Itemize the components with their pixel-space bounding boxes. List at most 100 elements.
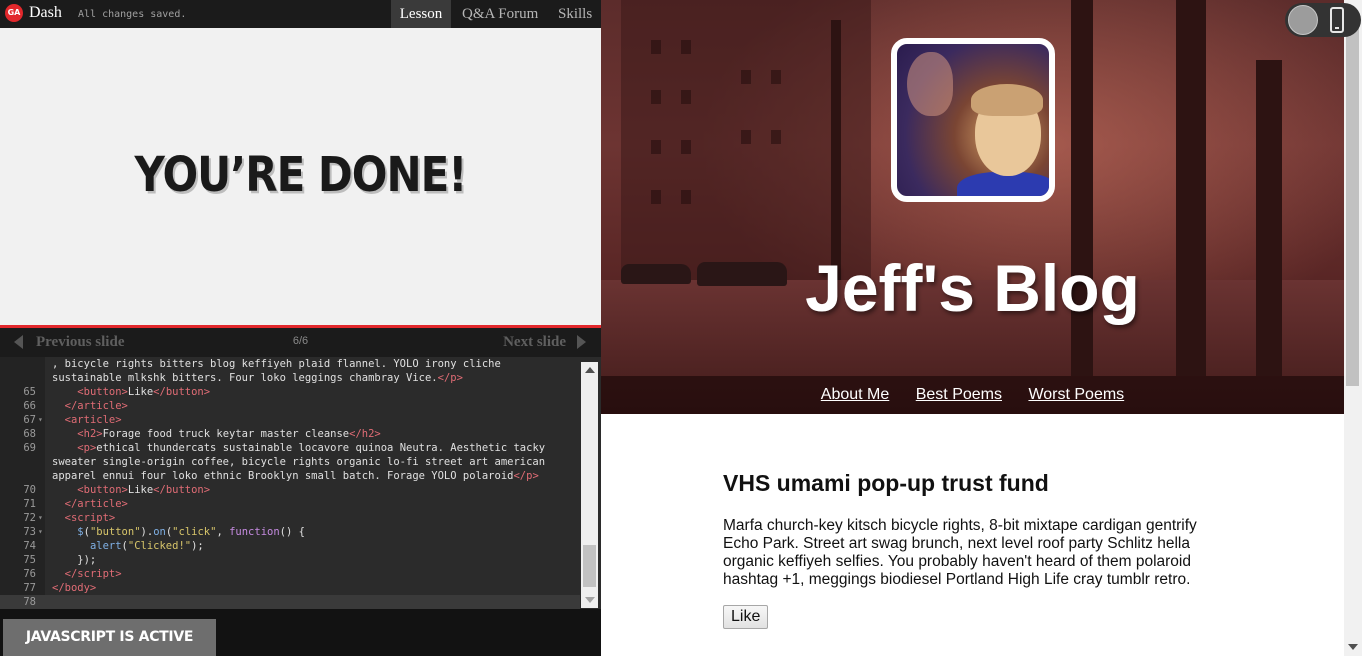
blog-header: Jeff's Blog: [601, 0, 1344, 414]
code-line[interactable]: 76 </script>: [0, 567, 580, 581]
line-number: 69: [23, 442, 36, 454]
code-text: </body>: [52, 582, 97, 594]
code-line[interactable]: 78: [0, 595, 580, 609]
nav-link-best-poems[interactable]: Best Poems: [916, 376, 1002, 414]
line-number: 65: [23, 386, 36, 398]
code-line[interactable]: sustainable mlkshk bitters. Four loko le…: [0, 371, 580, 385]
code-lines[interactable]: , bicycle rights bitters blog keffiyeh p…: [0, 357, 580, 609]
post-title: VHS umami pop-up trust fund: [723, 470, 1049, 496]
toggle-circle-icon[interactable]: [1288, 5, 1318, 35]
save-status: All changes saved.: [78, 9, 187, 20]
blog-title: Jeff's Blog: [805, 251, 1140, 325]
editor-panel: GA Dash All changes saved. Lesson Q&A Fo…: [0, 0, 601, 656]
building-window: [651, 140, 661, 154]
fold-arrow-icon[interactable]: ▾: [38, 525, 43, 539]
code-text: alert("Clicked!");: [89, 540, 204, 552]
line-number: 73: [23, 526, 36, 538]
building-window: [771, 70, 781, 84]
line-number: 68: [23, 428, 36, 440]
blog-post: VHS umami pop-up trust fund Marfa church…: [723, 470, 1223, 629]
code-text: <script>: [64, 512, 116, 524]
code-line[interactable]: 75 });: [0, 553, 580, 567]
line-number: 71: [23, 498, 36, 510]
tab-qa-forum[interactable]: Q&A Forum: [462, 0, 538, 28]
code-text: sustainable mlkshk bitters. Four loko le…: [52, 372, 463, 384]
next-slide-button[interactable]: Next slide: [503, 334, 566, 351]
building-window: [651, 190, 661, 204]
code-text: <h2>Forage food truck keytar master clea…: [77, 428, 381, 440]
fold-arrow-icon[interactable]: ▾: [38, 511, 43, 525]
line-number: 75: [23, 554, 36, 566]
building-window: [681, 90, 691, 104]
scroll-down-icon[interactable]: [585, 597, 595, 603]
scroll-up-icon[interactable]: [585, 367, 595, 373]
building-window: [771, 130, 781, 144]
nav-link-about-me[interactable]: About Me: [821, 376, 889, 414]
line-number: 74: [23, 540, 36, 552]
like-button[interactable]: Like: [723, 605, 769, 629]
code-text: , bicycle rights bitters blog keffiyeh p…: [52, 358, 501, 370]
code-line[interactable]: 73 ▾ $("button").on("click", function() {: [0, 525, 580, 539]
building-window: [681, 190, 691, 204]
ga-logo-icon[interactable]: GA: [5, 4, 23, 22]
line-number: 70: [23, 484, 36, 496]
code-text: <button>Like</button>: [77, 386, 211, 398]
code-line[interactable]: 72 ▾ <script>: [0, 511, 580, 525]
preview-panel: Jeff's Blog About Me Best Poems Worst Po…: [601, 0, 1362, 656]
code-text: <p>ethical thundercats sustainable locav…: [77, 442, 546, 454]
code-line[interactable]: , bicycle rights bitters blog keffiyeh p…: [0, 357, 580, 371]
code-text: $("button").on("click", function() {: [77, 526, 305, 538]
code-line[interactable]: 65 <button>Like</button>: [0, 385, 580, 399]
code-text: </script>: [64, 568, 122, 580]
tab-skills[interactable]: Skills: [558, 0, 592, 28]
code-text: });: [52, 554, 97, 566]
photo-hair: [971, 84, 1043, 116]
next-arrow-icon[interactable]: [577, 335, 586, 349]
code-line[interactable]: 69 <p>ethical thundercats sustainable lo…: [0, 441, 580, 455]
top-bar: GA Dash All changes saved. Lesson Q&A Fo…: [0, 0, 601, 28]
building-window: [741, 70, 751, 84]
code-line[interactable]: sweater single-origin coffee, bicycle ri…: [0, 455, 580, 469]
tab-lesson[interactable]: Lesson: [391, 0, 451, 28]
app-root: GA Dash All changes saved. Lesson Q&A Fo…: [0, 0, 1362, 656]
code-line[interactable]: 77 </body>: [0, 581, 580, 595]
blog-nav: About Me Best Poems Worst Poems: [601, 376, 1344, 414]
post-body: Marfa church-key kitsch bicycle rights, …: [723, 517, 1197, 588]
code-text: <button>Like</button>: [77, 484, 211, 496]
code-line[interactable]: 68 <h2>Forage food truck keytar master c…: [0, 427, 580, 441]
profile-photo: [891, 38, 1055, 202]
code-text: </article>: [64, 498, 128, 510]
javascript-status-button[interactable]: JAVASCRIPT IS ACTIVE: [3, 619, 216, 656]
fold-arrow-icon[interactable]: ▾: [38, 413, 43, 427]
code-line[interactable]: 66 </article>: [0, 399, 580, 413]
tree-trunk: [1256, 60, 1282, 376]
code-text: apparel ennui four loko ethnic Brooklyn …: [52, 470, 539, 482]
code-line[interactable]: apparel ennui four loko ethnic Brooklyn …: [0, 469, 580, 483]
line-number: 76: [23, 568, 36, 580]
code-line[interactable]: 74 alert("Clicked!");: [0, 539, 580, 553]
scroll-down-icon[interactable]: [1348, 644, 1358, 650]
photo-shirt: [957, 172, 1049, 196]
lesson-slide: YOU’RE DONE!: [0, 28, 601, 325]
photo-face: [907, 52, 953, 116]
tree-trunk: [831, 20, 841, 280]
scrollbar-thumb[interactable]: [583, 545, 596, 587]
slide-heading: YOU’RE DONE!: [134, 146, 468, 203]
code-editor[interactable]: , bicycle rights bitters blog keffiyeh p…: [0, 357, 601, 609]
code-line[interactable]: 71 </article>: [0, 497, 580, 511]
slide-navigation: Previous slide 6/6 Next slide: [0, 328, 601, 357]
line-number: 67: [23, 414, 36, 426]
line-number: 77: [23, 582, 36, 594]
code-line[interactable]: 70 <button>Like</button>: [0, 483, 580, 497]
code-text: <article>: [64, 414, 122, 426]
building-window: [651, 40, 661, 54]
mobile-device-icon[interactable]: [1330, 7, 1344, 33]
editor-scrollbar[interactable]: [581, 362, 598, 608]
nav-link-worst-poems[interactable]: Worst Poems: [1028, 376, 1124, 414]
building-window: [651, 90, 661, 104]
preview-scrollbar[interactable]: [1344, 0, 1362, 656]
code-line[interactable]: 67 ▾ <article>: [0, 413, 580, 427]
scrollbar-thumb[interactable]: [1346, 18, 1359, 386]
app-name[interactable]: Dash: [29, 4, 62, 22]
line-number: 78: [23, 596, 36, 608]
